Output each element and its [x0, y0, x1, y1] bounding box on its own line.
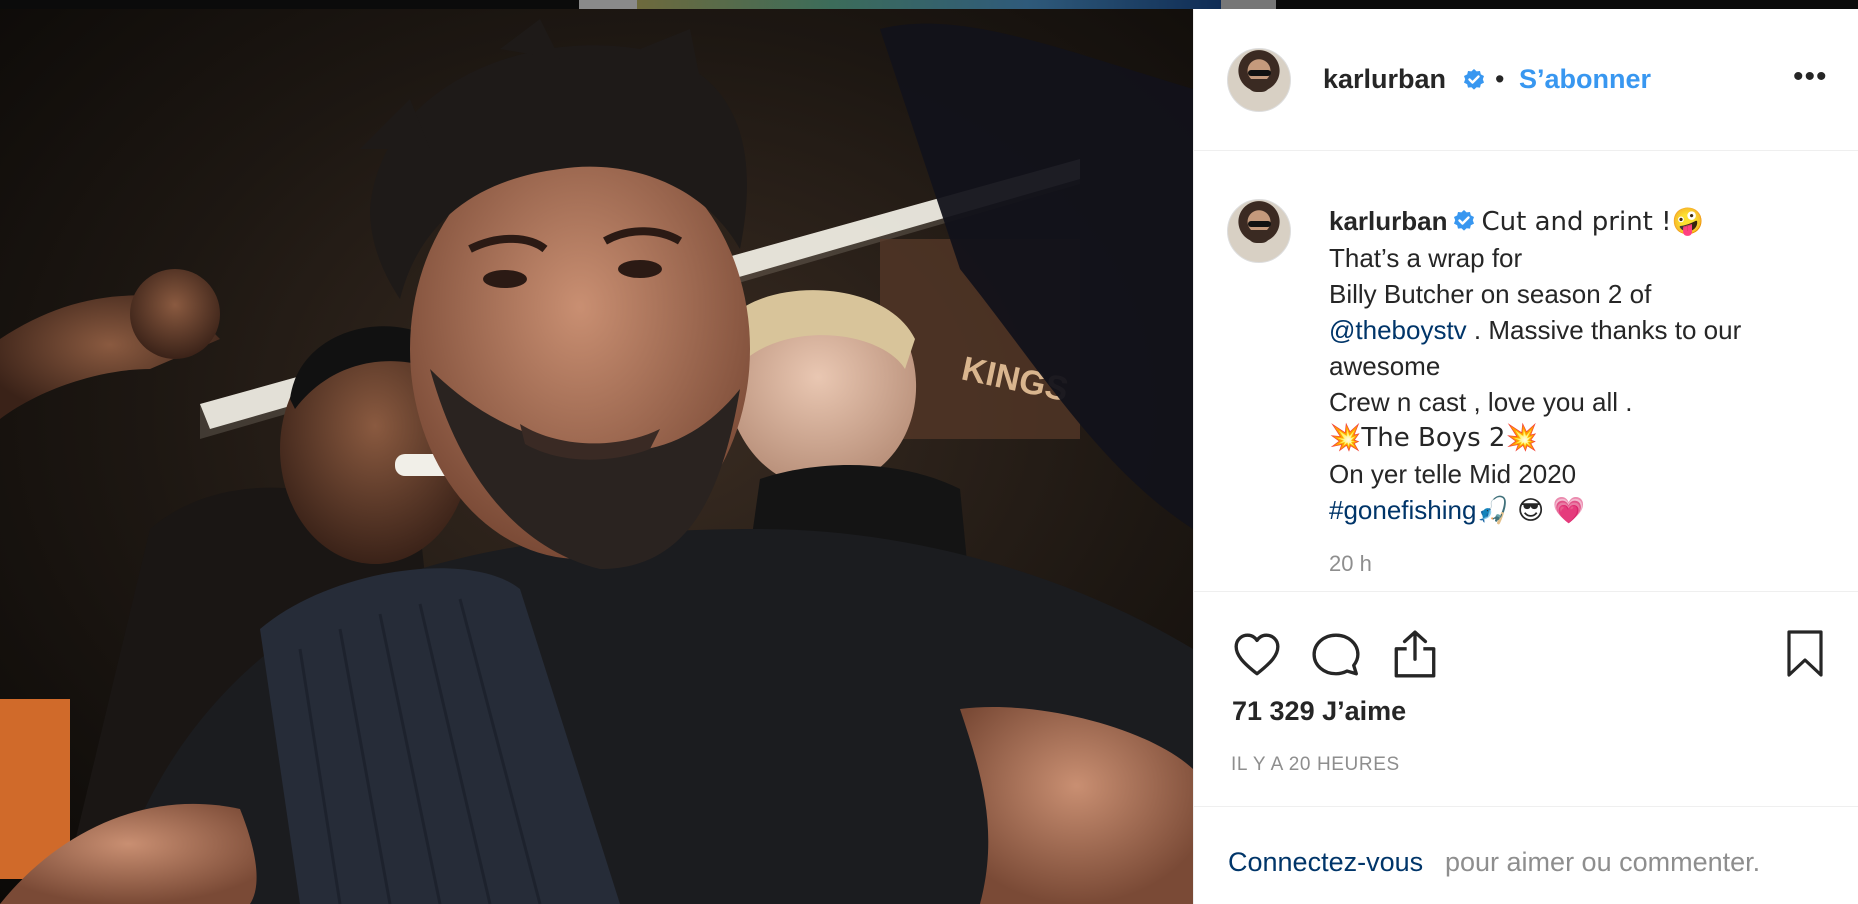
verified-badge-icon — [1464, 69, 1484, 90]
post-actions: 71 329 J’aime IL Y A 20 HEURES — [1194, 591, 1858, 815]
caption-line: #gonefishing🎣 😎 💗 — [1329, 492, 1829, 529]
login-link[interactable]: Connectez-vous — [1228, 847, 1423, 878]
caption-line: On yer telle Mid 2020 — [1329, 459, 1577, 489]
separator-dot: • — [1495, 64, 1505, 94]
login-footer: Connectez-vous pour aimer ou commenter. — [1194, 806, 1858, 904]
avatar-detail — [1249, 229, 1269, 244]
post-photo[interactable]: KINGS — [0, 9, 1193, 904]
post-side-panel: karlurban • S’abonner ••• karlurban Cut a… — [1193, 9, 1858, 904]
comment-icon[interactable] — [1311, 630, 1361, 680]
browser-top-strip — [0, 0, 1858, 9]
avatar-detail — [1247, 70, 1272, 77]
login-prompt-text: pour aimer ou commenter. — [1445, 847, 1761, 877]
post-header: karlurban • S’abonner ••• — [1194, 9, 1858, 151]
heart-icon[interactable] — [1232, 630, 1282, 680]
caption-line: 💥The Boys 2💥 — [1329, 423, 1538, 453]
verified-badge-icon — [1453, 210, 1474, 231]
follow-button[interactable]: S’abonner — [1519, 64, 1651, 95]
strip-segment — [1221, 0, 1276, 9]
share-icon[interactable] — [1390, 628, 1440, 680]
post-caption: karlurban Cut and print !🤪 That’s a wrap … — [1329, 203, 1829, 529]
caption-username-link[interactable]: karlurban — [1329, 206, 1448, 236]
username-link[interactable]: karlurban — [1323, 64, 1446, 95]
caption-timestamp[interactable]: 20 h — [1329, 551, 1372, 577]
caption-line: karlurban Cut and print !🤪 — [1329, 203, 1829, 240]
likes-count[interactable]: 71 329 J’aime — [1232, 696, 1406, 727]
caption-emojis: 🎣 😎 💗 — [1476, 496, 1585, 526]
mention-link[interactable]: @theboystv — [1329, 315, 1467, 345]
caption-area: karlurban Cut and print !🤪 That’s a wrap … — [1194, 151, 1858, 591]
caption-line: @theboystv . Massive thanks to our — [1329, 312, 1829, 348]
hashtag-link[interactable]: #gonefishing — [1329, 495, 1476, 525]
more-options-icon[interactable]: ••• — [1793, 60, 1828, 94]
bookmark-icon[interactable] — [1785, 628, 1825, 680]
avatar[interactable] — [1227, 199, 1291, 263]
caption-line: awesome — [1329, 351, 1441, 381]
strip-segment — [579, 0, 637, 9]
avatar[interactable] — [1227, 48, 1291, 112]
caption-line: Billy Butcher on season 2 of — [1329, 279, 1652, 309]
strip-segment — [637, 0, 1221, 9]
caption-line: Crew n cast , love you all . — [1329, 387, 1633, 417]
caption-text: Cut and print !🤪 — [1481, 207, 1704, 237]
caption-line: That’s a wrap for — [1329, 243, 1523, 273]
post-timestamp[interactable]: IL Y A 20 HEURES — [1231, 754, 1400, 776]
post-photo-illustration: KINGS — [0, 19, 1193, 904]
avatar-detail — [1247, 221, 1272, 228]
caption-text: . Massive thanks to our — [1473, 315, 1742, 345]
avatar-detail — [1249, 78, 1269, 93]
